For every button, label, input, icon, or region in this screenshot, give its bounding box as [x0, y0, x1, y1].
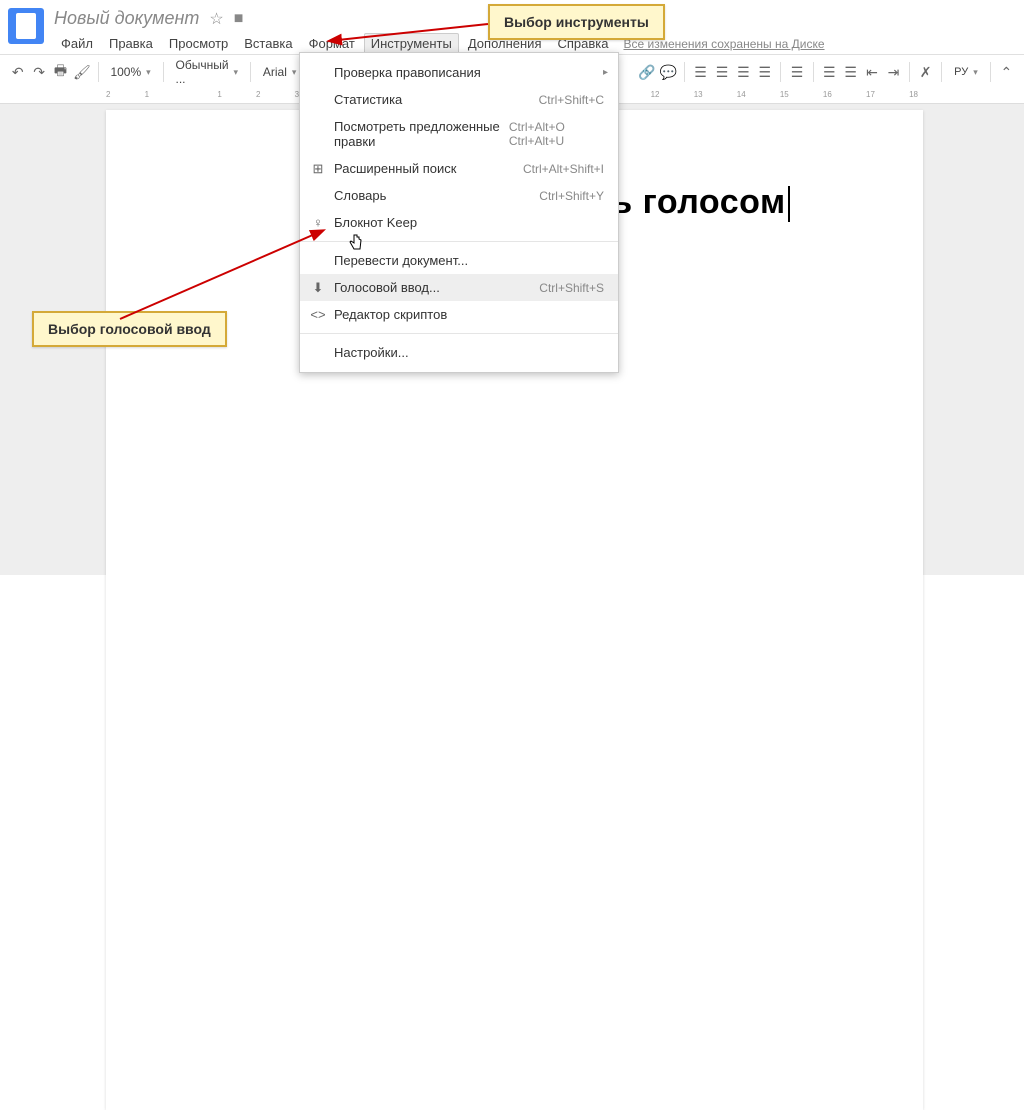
dropdown-item-icon: <> [310, 307, 326, 322]
document-title[interactable]: Новый документ [54, 8, 199, 29]
folder-icon[interactable]: ■ [234, 10, 244, 28]
callout-voice: Выбор голосовой ввод [32, 311, 227, 347]
dropdown-item-4[interactable]: Словарь Ctrl+Shift+Y [300, 182, 618, 209]
dropdown-item-shortcut: Ctrl+Shift+S [539, 281, 604, 295]
chevron-up-icon[interactable]: ⌃ [997, 60, 1016, 84]
align-left-button[interactable]: ☰ [691, 60, 710, 84]
menu-edit[interactable]: Правка [102, 33, 160, 54]
star-icon[interactable]: ☆ [209, 9, 223, 29]
dropdown-item-label: Блокнот Keep [334, 215, 417, 230]
menu-view[interactable]: Просмотр [162, 33, 235, 54]
tools-dropdown: Проверка правописания Статистика Ctrl+Shif… [299, 52, 619, 373]
zoom-select[interactable]: 100% [104, 60, 156, 84]
link-button[interactable]: 🔗 [637, 60, 656, 84]
menu-insert[interactable]: Вставка [237, 33, 299, 54]
dropdown-separator [300, 333, 618, 334]
dropdown-item-11[interactable]: Настройки... [300, 339, 618, 366]
bulleted-list-button[interactable]: ☰ [841, 60, 860, 84]
dropdown-item-label: Расширенный поиск [334, 161, 456, 176]
dropdown-item-2[interactable]: Посмотреть предложенные правкиCtrl+Alt+O… [300, 113, 618, 155]
menu-file[interactable]: Файл [54, 33, 100, 54]
dropdown-item-icon: ⊞ [310, 161, 326, 177]
dropdown-item-0[interactable]: Проверка правописания [300, 59, 618, 86]
dropdown-item-shortcut: Ctrl+Alt+Shift+I [523, 162, 604, 176]
outdent-button[interactable]: ⇤ [862, 60, 881, 84]
dropdown-item-icon: ♀ [310, 215, 326, 230]
dropdown-item-label: Статистика [334, 92, 402, 107]
numbered-list-button[interactable]: ☰ [820, 60, 839, 84]
dropdown-item-shortcut: Ctrl+Shift+Y [539, 189, 604, 203]
style-select[interactable]: Обычный ... [169, 60, 244, 84]
docs-logo-icon[interactable] [8, 8, 44, 44]
paint-format-button[interactable]: 🖌 [72, 60, 91, 84]
clear-formatting-button[interactable]: ✗ [916, 60, 935, 84]
dropdown-item-icon: ⬇ [310, 280, 326, 296]
dropdown-item-label: Голосовой ввод... [334, 280, 440, 295]
print-button[interactable]: 🖶 [51, 60, 70, 84]
undo-button[interactable]: ↶ [8, 60, 27, 84]
align-right-button[interactable]: ☰ [734, 60, 753, 84]
input-tools-button[interactable]: РУ [948, 60, 984, 84]
indent-button[interactable]: ⇥ [884, 60, 903, 84]
text-cursor [788, 186, 790, 222]
comment-button[interactable]: 💬 [659, 60, 678, 84]
menu-format[interactable]: Формат [302, 33, 362, 54]
dropdown-item-label: Проверка правописания [334, 65, 481, 80]
dropdown-item-label: Словарь [334, 188, 386, 203]
dropdown-item-5[interactable]: ♀ Блокнот Keep [300, 209, 618, 236]
line-spacing-button[interactable]: ☰ [787, 60, 806, 84]
menu-tools[interactable]: Инструменты [364, 33, 459, 54]
align-justify-button[interactable]: ☰ [755, 60, 774, 84]
hand-cursor-icon [348, 234, 364, 256]
dropdown-item-label: Настройки... [334, 345, 409, 360]
redo-button[interactable]: ↷ [29, 60, 48, 84]
dropdown-item-label: Редактор скриптов [334, 307, 447, 322]
align-center-button[interactable]: ☰ [712, 60, 731, 84]
font-select[interactable]: Arial [257, 60, 303, 84]
dropdown-item-8[interactable]: ⬇ Голосовой ввод... Ctrl+Shift+S [300, 274, 618, 301]
dropdown-item-shortcut: Ctrl+Alt+O Ctrl+Alt+U [509, 120, 604, 148]
dropdown-item-3[interactable]: ⊞ Расширенный поиск Ctrl+Alt+Shift+I [300, 155, 618, 182]
dropdown-item-shortcut: Ctrl+Shift+C [539, 93, 604, 107]
dropdown-item-label: Посмотреть предложенные правки [334, 119, 509, 149]
dropdown-item-9[interactable]: <> Редактор скриптов [300, 301, 618, 328]
callout-tools: Выбор инструменты [488, 4, 665, 40]
dropdown-item-1[interactable]: Статистика Ctrl+Shift+C [300, 86, 618, 113]
